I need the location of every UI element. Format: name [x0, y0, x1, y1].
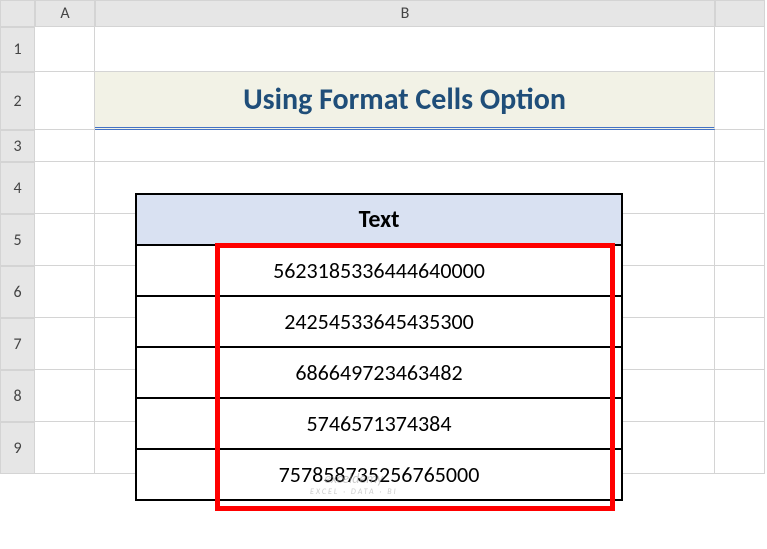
cell-B1[interactable] [95, 27, 715, 72]
cell-A7[interactable] [35, 318, 95, 370]
table-row[interactable]: 686649723463482 [135, 348, 623, 399]
title-text: Using Format Cells Option [243, 81, 566, 118]
cell-A4[interactable] [35, 162, 95, 214]
cell-C2[interactable] [715, 72, 765, 130]
watermark-main: exceldemy [310, 470, 398, 487]
watermark-sub: EXCEL · DATA · BI [310, 487, 398, 497]
row-header-4[interactable]: 4 [0, 162, 35, 214]
table-row[interactable]: 5623185336444640000 [135, 246, 623, 297]
table-row[interactable]: 24254533645435300 [135, 297, 623, 348]
cell-A8[interactable] [35, 370, 95, 422]
cell-C1[interactable] [715, 27, 765, 72]
cell-A6[interactable] [35, 266, 95, 318]
row-header-8[interactable]: 8 [0, 370, 35, 422]
row-header-7[interactable]: 7 [0, 318, 35, 370]
table-header[interactable]: Text [135, 193, 623, 246]
row-header-2[interactable]: 2 [0, 72, 35, 130]
cell-A5[interactable] [35, 214, 95, 266]
cell-A3[interactable] [35, 130, 95, 162]
cell-C7[interactable] [715, 318, 765, 370]
table-row[interactable]: 5746571374384 [135, 399, 623, 450]
row-header-5[interactable]: 5 [0, 214, 35, 266]
cell-A9[interactable] [35, 422, 95, 474]
column-header-B[interactable]: B [95, 0, 715, 27]
cell-C5[interactable] [715, 214, 765, 266]
cell-A2[interactable] [35, 72, 95, 130]
row-header-9[interactable]: 9 [0, 422, 35, 474]
row-header-3[interactable]: 3 [0, 130, 35, 162]
cell-A1[interactable] [35, 27, 95, 72]
cell-B2-title[interactable]: Using Format Cells Option [95, 72, 715, 130]
column-header-A[interactable]: A [35, 0, 95, 27]
cell-C3[interactable] [715, 130, 765, 162]
data-table: Text 5623185336444640000 242545336454353… [135, 193, 623, 501]
column-header-C[interactable] [715, 0, 765, 27]
row-header-1[interactable]: 1 [0, 27, 35, 72]
select-all-corner[interactable] [0, 0, 35, 27]
cell-C8[interactable] [715, 370, 765, 422]
cell-B3[interactable] [95, 130, 715, 162]
watermark: exceldemy EXCEL · DATA · BI [310, 470, 398, 497]
cell-C4[interactable] [715, 162, 765, 214]
cell-C6[interactable] [715, 266, 765, 318]
cell-C9[interactable] [715, 422, 765, 474]
row-header-6[interactable]: 6 [0, 266, 35, 318]
